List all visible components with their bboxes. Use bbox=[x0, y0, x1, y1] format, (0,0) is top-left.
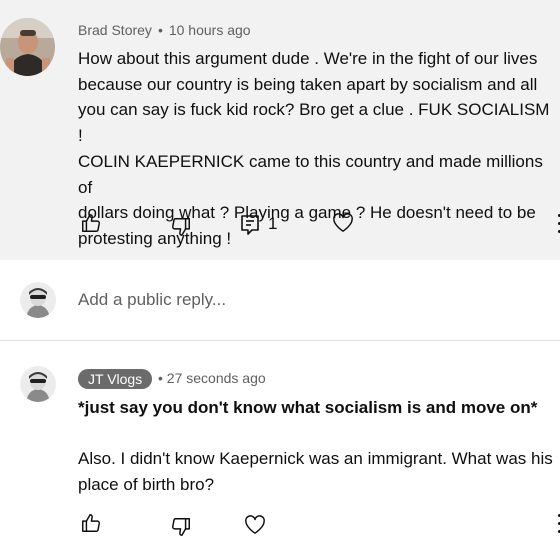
heart-icon bbox=[245, 515, 265, 534]
avatar bbox=[20, 282, 56, 318]
reply-input[interactable]: Add a public reply... bbox=[78, 290, 226, 310]
reply-input-row: Add a public reply... bbox=[0, 260, 560, 340]
comment-line: Also. I didn't know Kaepernick was an im… bbox=[78, 449, 553, 469]
author-name[interactable]: JT Vlogs bbox=[78, 369, 153, 389]
divider bbox=[0, 340, 560, 341]
comment-text: *just say you don't know what socialism … bbox=[78, 395, 558, 498]
reply-button[interactable] bbox=[240, 214, 260, 236]
comment-meta: • 27 seconds ago bbox=[158, 370, 266, 386]
comment-line: because our country is being taken apart… bbox=[78, 74, 538, 94]
parent-comment: Brad Storey • 10 hours ago How about this … bbox=[0, 0, 560, 260]
like-button[interactable] bbox=[80, 512, 102, 534]
meta-separator: • bbox=[157, 22, 163, 38]
thumbs-up-icon bbox=[82, 214, 100, 232]
thumbs-up-icon bbox=[82, 514, 100, 532]
comment-line: How about this argument dude . We're in … bbox=[78, 49, 538, 68]
timestamp[interactable]: 27 seconds ago bbox=[167, 370, 266, 386]
comment-thread: Brad Storey • 10 hours ago How about this … bbox=[0, 0, 560, 560]
comment-meta: Brad Storey • 10 hours ago bbox=[78, 22, 251, 38]
comment-actions: 1 bbox=[78, 212, 560, 242]
comment-line: *just say you don't know what socialism … bbox=[78, 398, 538, 417]
comment-line: you can say is fuck kid rock? Bro get a … bbox=[78, 100, 550, 146]
heart-button[interactable] bbox=[332, 213, 354, 233]
author-name[interactable]: Brad Storey bbox=[78, 22, 152, 38]
dislike-button[interactable] bbox=[170, 516, 192, 538]
like-button[interactable] bbox=[80, 212, 102, 234]
dislike-button[interactable] bbox=[170, 216, 192, 238]
comment-actions bbox=[78, 512, 560, 542]
heart-icon bbox=[333, 213, 353, 232]
comment-line: COLIN KAEPERNICK came to this country an… bbox=[78, 151, 543, 197]
avatar[interactable] bbox=[20, 366, 56, 402]
avatar[interactable] bbox=[0, 18, 55, 76]
heart-button[interactable] bbox=[244, 515, 266, 535]
reply-count[interactable]: 1 bbox=[268, 214, 277, 234]
thumbs-down-icon bbox=[172, 518, 190, 536]
timestamp[interactable]: 10 hours ago bbox=[169, 22, 251, 38]
reply-icon bbox=[241, 215, 259, 235]
comment-line: place of birth bro? bbox=[78, 475, 215, 495]
meta-separator: • bbox=[158, 370, 163, 386]
thumbs-down-icon bbox=[172, 218, 190, 236]
